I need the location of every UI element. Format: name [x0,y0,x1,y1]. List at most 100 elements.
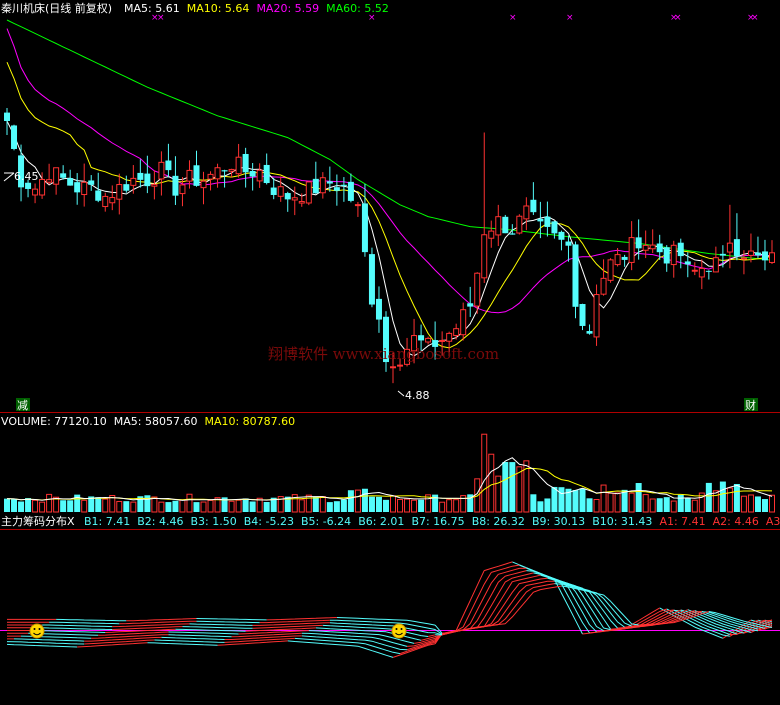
candle-body [635,237,642,249]
volume-bar [614,492,621,513]
volume-bar [102,498,109,513]
candle-body [495,216,502,236]
volume-bar [123,501,130,512]
volume-bar [530,494,537,512]
volume-bar [347,490,354,512]
volume-bar [453,499,460,513]
candle-body [509,233,516,235]
candle-body [214,167,221,180]
legend-item: A2: 4.46 [713,515,759,528]
legend-item: B9: 30.13 [532,515,585,528]
volume-bar [663,497,670,512]
candle-body [460,309,467,336]
candle-body [284,193,291,200]
candle-body [165,160,172,171]
candle-body [712,257,719,273]
candle-body [221,170,228,172]
volume-bar [656,498,663,512]
volume-bar [200,501,207,513]
volume-bar [761,499,768,512]
legend-item: B2: 4.46 [137,515,183,528]
candle-body [347,181,354,201]
candle-body [649,244,656,250]
candle-body [109,197,116,204]
legend-item: B4: -5.23 [244,515,294,528]
candle-body [537,218,544,222]
volume-bar [207,499,214,513]
volume-bar [165,502,172,512]
volume-bar [144,495,151,512]
volume-bar [39,501,46,513]
x-marker: × [509,13,517,23]
volume-bar [726,487,733,513]
candle-body [46,179,53,183]
candle-body [614,254,621,266]
volume-bar [404,498,411,513]
x-marker: × [751,13,759,23]
candle-body [467,303,474,307]
volume-bar [249,501,256,512]
volume-bar [544,498,551,512]
candle-body [516,215,523,234]
legend-item: MA5: 5.61 [124,2,180,15]
candle-body [67,178,74,186]
volume-bar [495,475,502,513]
legend-item: B5: -6.24 [301,515,351,528]
volume-bar [747,494,754,513]
legend-item: B10: 31.43 [592,515,652,528]
candle-body [368,254,375,305]
candle-body [740,257,747,260]
volume-bar [628,492,635,513]
candle-body [74,182,81,193]
volume-bar [81,499,88,513]
candle-body [25,182,32,189]
legend-item: A1: 7.41 [659,515,705,528]
candle-body [761,251,768,261]
candle [502,214,509,234]
volume-bar [390,495,397,513]
candle-body [579,304,586,326]
candle-body [116,184,123,200]
candle-body [95,190,102,201]
volume-bar [25,498,32,512]
volume-bar [446,499,453,513]
volume-bar [740,495,747,513]
volume-bar [411,499,418,513]
volume-bar [691,499,698,513]
x-marker: × [674,13,682,23]
volume-bar [649,498,656,513]
volume-bar [719,481,726,512]
price-title: 秦川机床(日线 前复权) [1,1,112,15]
volume-bar [361,488,368,512]
candle-body [39,178,46,196]
candle-body [319,177,326,194]
volume-bar [642,494,649,513]
volume-bar [593,499,600,513]
watermark: 翔博软件 www.xiangbosoft.com [268,345,499,363]
candle-body [663,247,670,264]
indicator-title: 主力筹码分布X [1,514,75,528]
volume-bar [158,501,165,513]
volume-bar [607,492,614,513]
volume-bar [242,498,249,512]
candle-body [53,167,60,185]
candle-body [642,244,649,251]
smiley-face-icon [29,623,45,639]
candle-body [305,181,312,204]
candle-body [361,203,368,253]
volume-bar [263,501,270,512]
candle-body [677,242,684,257]
candle-body [256,169,263,182]
x-marker: × [566,13,574,23]
legend-item: B8: 26.32 [472,515,525,528]
volume-bar [368,496,375,512]
candle-body [340,184,347,186]
candle-body [158,161,165,180]
volume-bar [95,497,102,512]
candle-body [418,335,425,341]
candle-body [698,267,705,278]
candle-body [354,204,361,207]
candle-body [628,237,635,263]
legend-item: B1: 7.41 [84,515,130,528]
candle-body [228,168,235,172]
